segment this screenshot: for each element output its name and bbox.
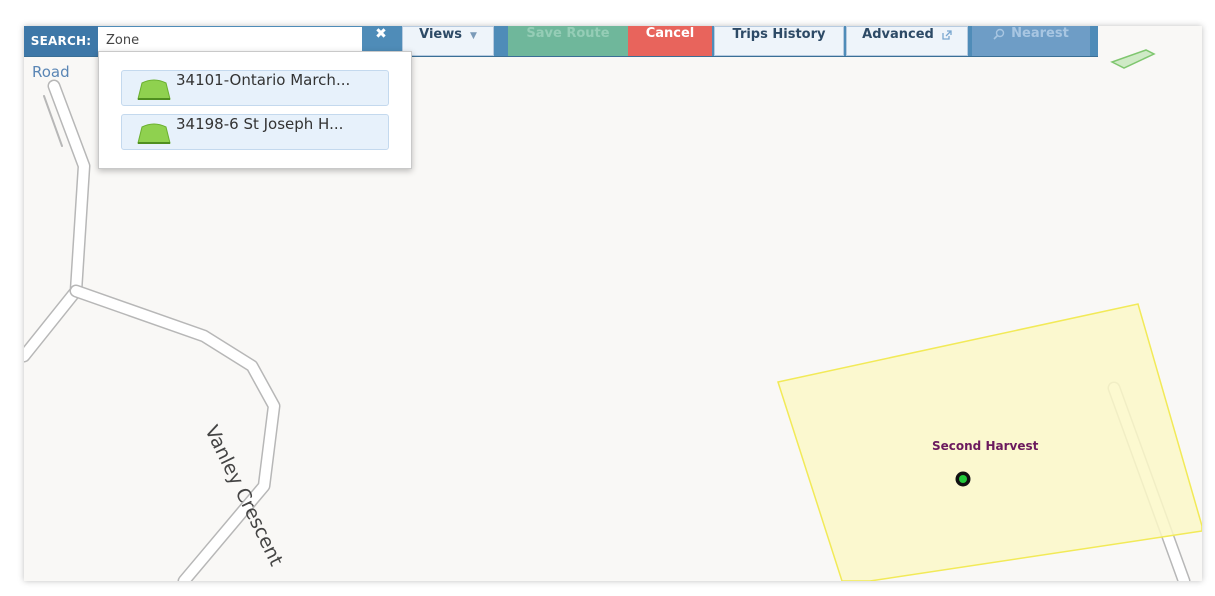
cancel-label: Cancel	[645, 26, 695, 41]
map-frame: Vanley Crescent Second Harvest SEARCH: ✖…	[24, 26, 1202, 581]
search-result-item[interactable]: 34198-6 St Joseph H...	[121, 114, 389, 150]
nearest-button[interactable]: Nearest	[972, 26, 1090, 56]
caret-down-icon: ▼	[469, 31, 477, 41]
search-icon	[993, 28, 1005, 40]
search-input[interactable]	[98, 27, 362, 54]
advanced-button[interactable]: Advanced	[846, 26, 968, 56]
nearest-label: Nearest	[1011, 26, 1069, 41]
trips-history-button[interactable]: Trips History	[714, 26, 844, 56]
search-result-label: 34101-Ontario March...	[176, 71, 351, 89]
external-link-icon	[942, 29, 952, 40]
location-marker-icon	[955, 471, 971, 487]
search-result-item[interactable]: 34101-Ontario March...	[121, 70, 389, 106]
map-type-tab-road[interactable]: Road	[24, 58, 105, 86]
save-route-button[interactable]: Save Route	[508, 26, 628, 56]
search-result-label: 34198-6 St Joseph H...	[176, 115, 344, 133]
zone-polygon-icon	[137, 123, 171, 144]
cancel-button[interactable]: Cancel	[628, 26, 712, 56]
views-label: Views	[419, 27, 462, 42]
search-results-dropdown: 34101-Ontario March... 34198-6 St Joseph…	[98, 51, 412, 169]
save-route-label: Save Route	[526, 26, 610, 41]
close-icon: ✖	[375, 26, 387, 42]
views-button[interactable]: Views ▼	[402, 26, 494, 56]
trips-history-label: Trips History	[732, 27, 826, 42]
search-label: SEARCH:	[24, 26, 98, 56]
zone-polygon-icon	[137, 79, 171, 100]
advanced-label: Advanced	[862, 27, 934, 42]
poi-label: Second Harvest	[932, 439, 1039, 453]
